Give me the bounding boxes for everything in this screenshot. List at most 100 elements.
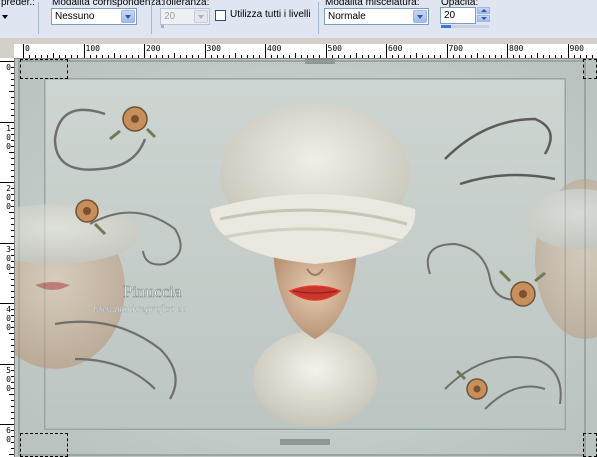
ruler-minor-tick [307,55,309,58]
use-all-layers-checkbox[interactable] [215,10,226,21]
horizontal-ruler[interactable]: 0 100 200 300 400 500 600 700 800 900 [14,44,597,59]
opacity-spinner[interactable] [477,7,490,22]
ruler-minor-tick [11,194,14,196]
ruler-minor-tick [404,55,406,58]
ruler-minor-tick [11,188,14,190]
ruler-minor-tick [331,55,333,58]
match-mode-select[interactable]: Nessuno [51,8,137,25]
ruler-major-tick [0,303,14,304]
ruler-minor-tick [313,55,315,58]
opacity-input[interactable]: 20 [440,7,476,24]
ruler-minor-tick [525,55,527,58]
ruler-major-tick [386,44,387,58]
preset-label: preder.: [1,0,35,8]
ruler-major-tick [567,44,569,58]
ruler-minor-tick [11,345,14,347]
ruler-minor-tick [29,55,31,58]
ruler-minor-tick [77,55,79,58]
ruler-minor-tick [216,55,218,58]
ruler-minor-tick [11,218,14,220]
vertical-ruler[interactable]: 010020030040050060 [0,58,15,457]
ruler-minor-tick [277,55,279,58]
ruler-major-tick [23,44,24,58]
ruler-minor-tick [337,55,339,58]
ruler-major-tick [0,121,14,123]
ruler-label: 900 [569,44,584,53]
spin-down-icon[interactable] [477,15,490,22]
ruler-minor-tick [180,55,182,58]
tolerance-slider-bar[interactable] [161,25,164,28]
ruler-minor-tick [101,55,103,58]
tolerance-value: 20 [164,11,176,22]
ruler-minor-tick [11,327,14,329]
ruler-minor-tick [11,290,14,292]
tolerance-label: Tolleranza: [161,0,210,8]
ruler-minor-tick [440,55,442,58]
ruler-minor-tick [392,55,394,58]
ruler-minor-tick [9,151,14,153]
selection-marquee-top-right[interactable] [583,59,597,79]
ruler-minor-tick [35,55,37,58]
ruler-minor-tick [295,53,297,58]
ruler-minor-tick [9,393,14,395]
selection-marquee-bottom-right[interactable] [583,433,597,457]
ruler-minor-tick [482,55,484,58]
ruler-minor-tick [240,55,242,58]
ruler-minor-tick [476,53,478,58]
ruler-label: 100 [85,44,100,53]
ruler-minor-tick [398,55,400,58]
ruler-minor-tick [71,55,73,58]
ruler-minor-tick [11,448,14,450]
ruler-minor-tick [11,315,14,317]
tool-options-toolbar: preder.: Modalità corrispondenza: Nessun… [0,0,597,39]
ruler-minor-tick [11,139,14,141]
ruler-minor-tick [11,436,14,438]
chevron-down-icon[interactable] [194,10,208,23]
ruler-minor-tick [573,55,575,58]
ruler-minor-tick [11,97,14,99]
spin-up-icon[interactable] [477,7,490,14]
ruler-minor-tick [162,55,164,58]
ruler-minor-tick [428,55,430,58]
ruler-minor-tick [9,272,14,274]
ruler-minor-tick [355,53,357,58]
blend-mode-select[interactable]: Normale [324,8,429,25]
ruler-minor-tick [11,230,14,232]
selection-marquee-top-left[interactable] [20,59,68,79]
ruler-minor-tick [113,53,115,58]
ruler-major-tick [265,44,266,58]
opacity-value: 20 [444,10,456,21]
ruler-minor-tick [174,53,176,58]
ruler-label: 200 [146,44,161,53]
ruler-minor-tick [470,55,472,58]
chevron-down-icon[interactable] [413,10,427,23]
ruler-minor-tick [319,55,321,58]
ruler-minor-tick [452,55,454,58]
ruler-minor-tick [343,55,345,58]
ruler-minor-tick [11,73,14,75]
watermark-url: www.maidiregrafica.eu [93,304,186,315]
ruler-minor-tick [379,55,381,58]
tolerance-input[interactable]: 20 [160,8,210,25]
ruler-minor-tick [11,284,14,286]
selection-marquee-bottom-left[interactable] [20,433,68,457]
ruler-minor-tick [11,109,14,111]
ruler-major-tick [144,44,145,58]
ruler-label: 800 [509,44,524,53]
preset-dropdown-arrow-icon[interactable] [2,15,8,19]
canvas-image[interactable]: Pinuccia www.maidiregrafica.eu [15,59,597,457]
ruler-minor-tick [591,55,593,58]
chevron-down-icon[interactable] [121,10,135,23]
ruler-minor-tick [11,309,14,311]
ruler-minor-tick [9,91,14,93]
ruler-minor-tick [11,127,14,129]
ruler-label: 500 [327,44,342,53]
ruler-minor-tick [11,85,14,87]
ruler-minor-tick [289,55,291,58]
toolbar-separator [38,2,39,34]
ruler-minor-tick [125,55,127,58]
ruler-minor-tick [11,133,14,135]
opacity-slider-track[interactable] [441,25,489,28]
ruler-minor-tick [410,55,412,58]
ruler-minor-tick [361,55,363,58]
